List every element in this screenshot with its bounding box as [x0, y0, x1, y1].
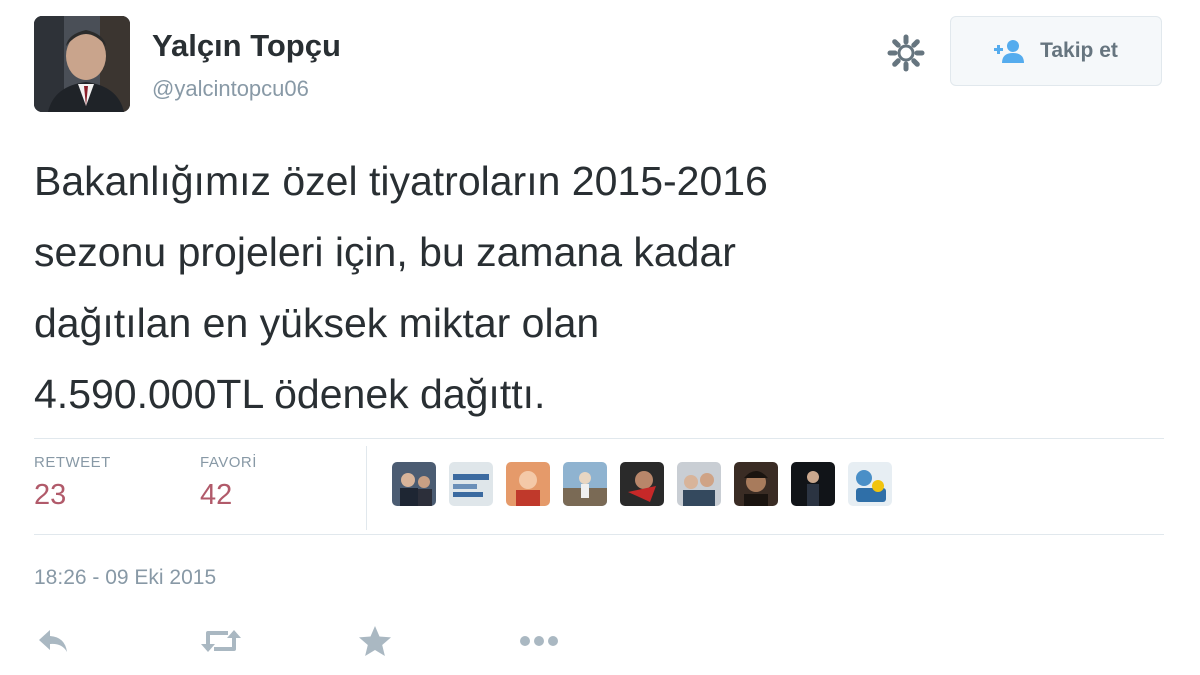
favoriter-avatar[interactable]	[848, 462, 892, 506]
favoriter-avatar[interactable]	[677, 462, 721, 506]
more-icon[interactable]	[518, 634, 560, 653]
avatar[interactable]	[34, 16, 130, 112]
divider	[34, 534, 1164, 535]
favoriter-avatar[interactable]	[620, 462, 664, 506]
tweet-line: sezonu projeleri için, bu zamana kadar	[34, 229, 736, 275]
retweet-icon[interactable]	[198, 624, 244, 663]
favoriter-avatar[interactable]	[791, 462, 835, 506]
user-handle[interactable]: @yalcintopcu06	[152, 76, 309, 102]
favorited-by-avatars	[392, 462, 892, 506]
display-name[interactable]: Yalçın Topçu	[152, 28, 341, 64]
tweet-timestamp[interactable]: 18:26 - 09 Eki 2015	[34, 566, 216, 590]
divider	[34, 438, 1164, 439]
retweet-stat[interactable]: RETWEET 23	[34, 454, 111, 512]
favorite-count: 42	[200, 479, 233, 511]
follow-button-label: Takip et	[1040, 39, 1118, 62]
retweet-count: 23	[34, 479, 67, 511]
favoriter-avatar[interactable]	[449, 462, 493, 506]
tweet-line: Bakanlığımız özel tiyatroların 2015-2016	[34, 158, 768, 204]
favorite-stat[interactable]: FAVORİ 42	[200, 454, 257, 512]
follow-user-icon	[994, 40, 1025, 63]
tweet-line: dağıtılan en yüksek miktar olan	[34, 300, 600, 346]
star-icon[interactable]	[358, 624, 392, 663]
tweet-line: 4.590.000TL ödenek dağıttı.	[34, 371, 546, 417]
tweet-text: Bakanlığımız özel tiyatroların 2015-2016…	[34, 146, 1134, 430]
favoriter-avatar[interactable]	[392, 462, 436, 506]
favoriter-avatar[interactable]	[734, 462, 778, 506]
stat-divider	[366, 446, 367, 530]
favoriter-avatar[interactable]	[506, 462, 550, 506]
gear-icon[interactable]	[886, 33, 926, 73]
favorite-stat-label: FAVORİ	[200, 454, 257, 471]
avatar-photo	[34, 16, 130, 112]
reply-icon[interactable]	[36, 626, 70, 661]
follow-button[interactable]: Takip et	[950, 16, 1162, 86]
favoriter-avatar[interactable]	[563, 462, 607, 506]
retweet-stat-label: RETWEET	[34, 454, 111, 471]
